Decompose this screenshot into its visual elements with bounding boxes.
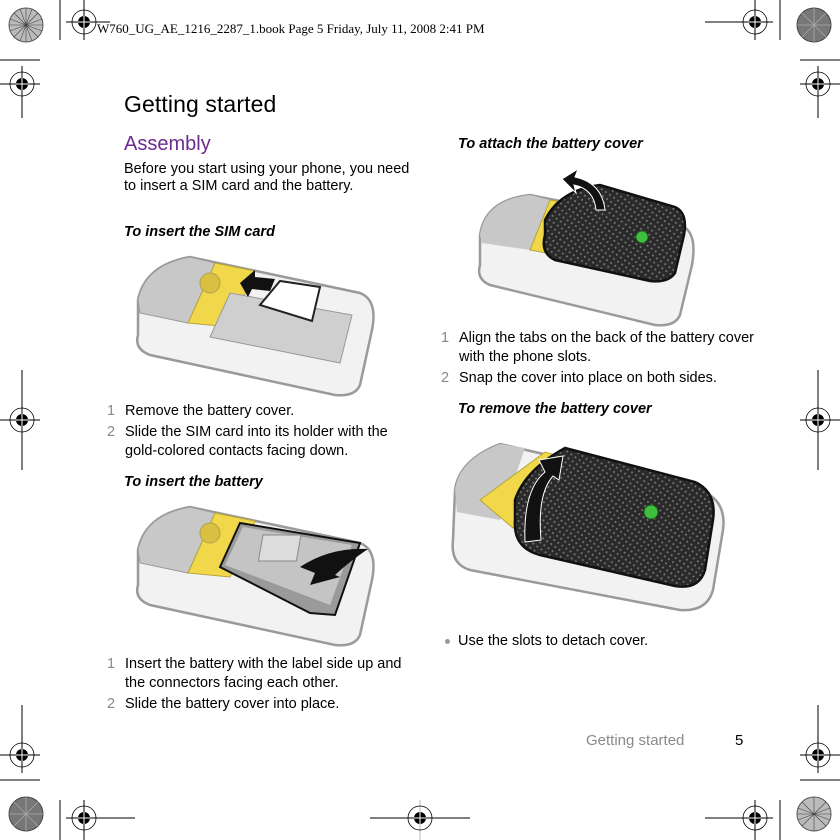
step-number: 2 <box>107 424 116 440</box>
step-text: Slide the SIM card into its holder with … <box>125 424 388 459</box>
crosshair-mark-icon <box>370 800 470 840</box>
step-text: Insert the battery with the label side u… <box>125 656 402 691</box>
step-item: 2 Slide the battery cover into place. <box>107 695 417 714</box>
step-item: 2 Snap the cover into place on both sides… <box>441 369 761 388</box>
crosshair-mark-icon <box>800 705 840 773</box>
crosshair-mark-icon <box>705 0 773 40</box>
step-number: 1 <box>107 403 116 419</box>
starburst-mark-icon <box>796 7 832 43</box>
sim-heading: To insert the SIM card <box>124 224 275 240</box>
step-item: 1 Remove the battery cover. <box>107 402 412 421</box>
bullet-icon <box>445 639 450 644</box>
crosshair-mark-icon <box>705 800 773 840</box>
remove-cover-bullets: Use the slots to detach cover. <box>441 632 761 651</box>
step-text: Remove the battery cover. <box>125 403 295 419</box>
step-number: 2 <box>441 370 450 386</box>
crosshair-mark-icon <box>0 66 40 118</box>
crosshair-mark-icon <box>66 800 135 840</box>
step-item: 2 Slide the SIM card into its holder with… <box>107 423 412 461</box>
starburst-mark-icon <box>796 796 832 832</box>
remove-cover-heading: To remove the battery cover <box>458 401 652 417</box>
step-item: 1 Insert the battery with the label side … <box>107 655 417 693</box>
page-title: Getting started <box>124 91 277 117</box>
crosshair-mark-icon <box>800 66 840 118</box>
battery-illustration <box>136 505 375 647</box>
sim-card-illustration <box>136 255 375 397</box>
step-number: 2 <box>107 696 116 712</box>
starburst-mark-icon <box>8 796 44 832</box>
footer-section-name: Getting started <box>586 732 685 749</box>
crosshair-mark-icon <box>800 370 840 470</box>
intro-paragraph: Before you start using your phone, you n… <box>124 161 410 194</box>
section-title: Assembly <box>124 133 211 155</box>
step-item: 1 Align the tabs on the back of the batte… <box>441 329 761 367</box>
battery-heading: To insert the battery <box>124 474 263 490</box>
remove-cover-illustration <box>451 442 725 612</box>
step-text: Slide the battery cover into place. <box>125 696 340 712</box>
crosshair-mark-icon <box>0 370 40 470</box>
attach-cover-steps: 1 Align the tabs on the back of the batte… <box>441 329 761 390</box>
step-number: 1 <box>107 656 116 672</box>
step-text: Snap the cover into place on both sides. <box>459 370 717 386</box>
step-text: Align the tabs on the back of the batter… <box>459 330 755 365</box>
bullet-item: Use the slots to detach cover. <box>441 632 761 651</box>
step-number: 1 <box>441 330 450 346</box>
starburst-mark-icon <box>8 7 44 43</box>
crosshair-mark-icon <box>0 705 40 773</box>
sim-steps: 1 Remove the battery cover. 2 Slide the SI… <box>107 402 412 463</box>
battery-steps: 1 Insert the battery with the label side … <box>107 655 417 716</box>
footer-page-number: 5 <box>735 732 744 749</box>
bullet-text: Use the slots to detach cover. <box>458 633 649 649</box>
crosshair-mark-icon <box>66 0 110 40</box>
attach-cover-illustration <box>477 167 695 327</box>
attach-cover-heading: To attach the battery cover <box>458 136 643 152</box>
